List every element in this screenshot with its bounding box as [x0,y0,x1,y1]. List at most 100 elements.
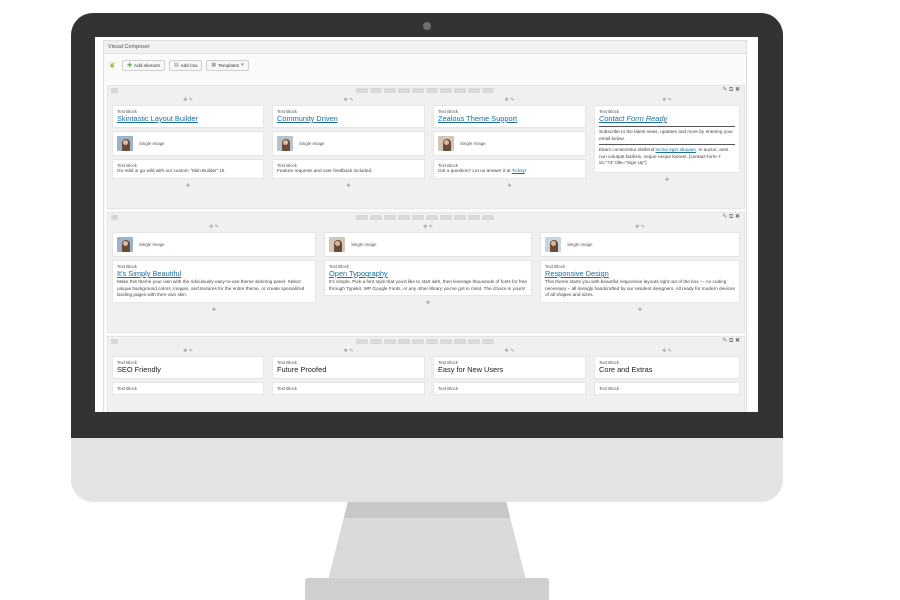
move-edit-icon[interactable]: ✥ ✎ [590,347,744,356]
visual-composer-panel: Visual Composer ❦ ✚ Add element ▤ Add ro… [103,40,747,412]
text-block[interactable]: Text Block Zealous Theme Support [433,105,586,128]
row-icon: ▤ [173,62,179,68]
text-block[interactable]: Text Block Easy for New Users [433,356,586,379]
text-block[interactable]: Text Block Contact Form Ready Subscribe … [594,105,740,173]
single-image[interactable]: Single Image [433,131,586,156]
column-layout-picker[interactable] [356,215,494,220]
drag-icon[interactable]: ✥ [590,176,744,184]
block-heading[interactable]: Community Driven [277,114,420,124]
drag-icon[interactable]: ✥ [536,306,744,314]
move-edit-icon[interactable]: ✥ ✎ [108,223,320,232]
move-edit-icon[interactable]: ✥ ✎ [590,96,744,105]
drag-handle-icon[interactable] [111,88,118,93]
block-heading[interactable]: Open Typography [329,269,527,279]
text-block[interactable]: Text Block SEO Friendly [112,356,264,379]
element-type: Text Block [438,386,459,391]
screen: Visual Composer ❦ ✚ Add element ▤ Add ro… [95,37,758,412]
row-header: ✎ ⧉ ✖ [108,86,744,96]
single-image[interactable]: Single Image [324,232,532,257]
lectus-link[interactable]: lectus eget aliquam [656,147,696,152]
text-block[interactable]: Text Block Skintastic Layout Builder [112,105,264,128]
drag-handle-icon[interactable] [111,215,118,220]
templates-label: Templates [218,62,240,68]
block-heading[interactable]: Easy for New Users [438,365,581,375]
move-edit-icon[interactable]: ✥ ✎ [429,96,590,105]
vc-row-2: ✎ ⧉ ✖ ✥ ✎ Single Image Text Block It's S… [107,212,745,333]
single-image[interactable]: Single Image [540,232,740,257]
element-type: Single Image [139,141,165,146]
drag-icon[interactable]: ✥ [268,182,429,190]
column-layout-picker[interactable] [356,339,494,344]
move-edit-icon[interactable]: ✥ ✎ [536,223,744,232]
column: ✥ ✎ Text Block Easy for New Users Text B… [429,347,590,398]
text-block[interactable]: Text Block Go mild or go wild with our c… [112,159,264,179]
monitor-chin [71,438,783,502]
block-body: Make this theme your own with the ridicu… [117,279,305,298]
block-heading[interactable]: SEO Friendly [117,365,259,375]
text-block[interactable]: Text Block Feature requests and user fee… [272,159,425,179]
drag-icon[interactable]: ✥ [108,182,268,190]
column: ✥ ✎ Single Image Text Block Open Typogra… [320,223,536,307]
block-heading[interactable]: Skintastic Layout Builder [117,114,259,124]
column: ✥ ✎ Text Block Skintastic Layout Builder… [108,96,268,190]
image-thumbnail [545,237,561,252]
block-heading[interactable]: It's Simply Beautiful [117,269,311,279]
move-edit-icon[interactable]: ✥ ✎ [268,96,429,105]
block-heading[interactable]: Zealous Theme Support [438,114,581,124]
block-body: Feature requests and user feedback inclu… [277,168,373,173]
row-controls[interactable]: ✎ ⧉ ✖ [722,86,740,94]
text-block[interactable]: Text Block Got a question? Let us answer… [433,159,586,179]
single-image[interactable]: Single Image [112,131,264,156]
move-edit-icon[interactable]: ✥ ✎ [320,223,536,232]
row-header: ✎ ⧉ ✖ [108,213,744,223]
block-heading[interactable]: Future Proofed [277,365,420,375]
image-thumbnail [329,237,345,252]
move-edit-icon[interactable]: ✥ ✎ [429,347,590,356]
column: ✥ ✎ Single Image Text Block It's Simply … [108,223,320,314]
block-heading[interactable]: Contact Form Ready [599,114,735,124]
row-controls[interactable]: ✎ ⧉ ✖ [722,213,740,221]
monitor-stand-shade [343,502,511,518]
drag-icon[interactable]: ✥ [108,306,320,314]
column-layout-picker[interactable] [356,88,494,93]
image-thumbnail [117,136,133,151]
column: ✥ ✎ Text Block SEO Friendly Text Block [108,347,268,398]
add-element-button[interactable]: ✚ Add element [122,59,165,71]
text-block[interactable]: Text Block Future Proofed [272,356,425,379]
text-block[interactable]: Text Block [594,382,740,395]
move-edit-icon[interactable]: ✥ ✎ [108,96,268,105]
text-block[interactable]: Text Block [272,382,425,395]
image-thumbnail [438,136,454,151]
block-heading[interactable]: Responsive Design [545,269,735,279]
element-type: Single Image [351,242,377,247]
image-thumbnail [277,136,293,151]
add-row-button[interactable]: ▤ Add row [168,59,203,71]
element-type: Single Image [460,141,486,146]
drag-handle-icon[interactable] [111,339,118,344]
templates-button[interactable]: ▦ Templates ▾ [206,59,249,71]
block-body: Subscribe to the latest news, updates an… [599,129,733,141]
vc-toolbar: ❦ ✚ Add element ▤ Add row ▦ Templates ▾ [104,54,746,76]
text-block[interactable]: Text Block Core and Extras [594,356,740,379]
ticksy-link[interactable]: Ticksy [512,168,525,173]
element-type: Single Image [567,242,593,247]
column: ✥ ✎ Single Image Text Block Responsive D… [536,223,744,314]
move-edit-icon[interactable]: ✥ ✎ [268,347,429,356]
single-image[interactable]: Single Image [112,232,316,257]
move-edit-icon[interactable]: ✥ ✎ [108,347,268,356]
drag-icon[interactable]: ✥ [320,299,536,307]
single-image[interactable]: Single Image [272,131,425,156]
text-block[interactable]: Text Block It's Simply Beautiful Make th… [112,260,316,303]
column: ✥ ✎ Text Block Community Driven Single I… [268,96,429,190]
chevron-down-icon: ▾ [241,62,244,68]
row-controls[interactable]: ✎ ⧉ ✖ [722,337,740,345]
block-body: Go mild or go wild with our custom "Skin… [117,168,226,173]
text-block[interactable]: Text Block [433,382,586,395]
text-block[interactable]: Text Block [112,382,264,395]
text-block[interactable]: Text Block Community Driven [272,105,425,128]
text-block[interactable]: Text Block Responsive Design This theme … [540,260,740,303]
text-block[interactable]: Text Block Open Typography It's simple. … [324,260,532,297]
block-heading[interactable]: Core and Extras [599,365,735,375]
vc-row-1: ✎ ⧉ ✖ ✥ ✎ Text Block Skintastic Layout B… [107,85,745,209]
drag-icon[interactable]: ✥ [429,182,590,190]
